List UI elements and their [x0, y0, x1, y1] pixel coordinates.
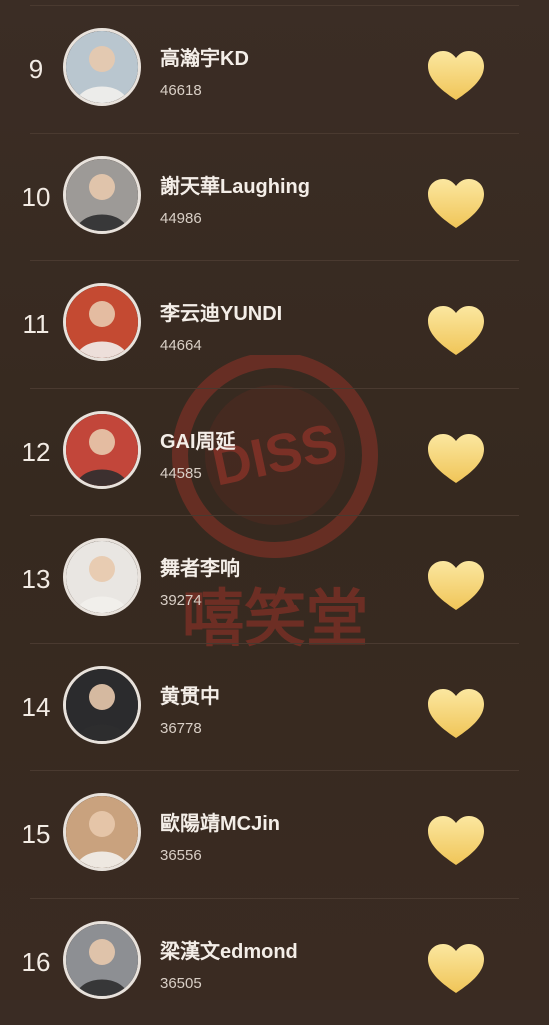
ranking-row[interactable]: 10 謝天華Laughing 44986 [0, 133, 549, 260]
rank-number: 9 [28, 54, 44, 84]
rank-number: 10 [21, 181, 51, 212]
vote-count: 36778 [160, 719, 202, 737]
ranking-row[interactable]: 12 GAI周延 44585 [0, 388, 549, 515]
rank-number: 12 [21, 436, 51, 467]
heart-vote-icon[interactable] [426, 433, 486, 485]
rank-number: 14 [21, 691, 51, 722]
contestant-name: 黄贯中 [160, 685, 220, 708]
vote-count: 44986 [160, 209, 202, 227]
vote-count: 44664 [160, 337, 202, 354]
heart-vote-icon[interactable] [426, 688, 486, 740]
contestant-name: 高瀚宇KD [160, 48, 249, 70]
avatar[interactable] [63, 28, 141, 106]
ranking-row[interactable]: 16 梁漢文edmond 36505 [0, 898, 549, 1025]
contestant-name: 梁漢文edmond [160, 940, 298, 963]
avatar[interactable] [63, 665, 141, 744]
contestant-name: 歐陽靖MCJin [160, 813, 280, 835]
contestant-name: 舞者李响 [160, 558, 240, 580]
avatar[interactable] [63, 155, 141, 234]
ranking-row[interactable]: 9 高瀚宇KD 46618 [0, 5, 549, 132]
ranking-row[interactable]: 13 舞者李响 39274 [0, 515, 549, 642]
heart-vote-icon[interactable] [426, 815, 486, 867]
heart-vote-icon[interactable] [426, 305, 486, 357]
contestant-name: 謝天華Laughing [160, 175, 310, 198]
rank-number: 11 [22, 309, 50, 339]
heart-vote-icon[interactable] [426, 560, 486, 612]
ranking-row[interactable]: 11 李云迪YUNDI 44664 [0, 260, 549, 387]
avatar[interactable] [63, 283, 141, 361]
rank-number: 15 [21, 819, 51, 849]
contestant-name: GAI周延 [160, 430, 236, 453]
heart-vote-icon[interactable] [426, 943, 486, 995]
avatar[interactable] [63, 920, 141, 999]
rank-number: 16 [21, 946, 51, 977]
vote-count: 39274 [160, 592, 202, 609]
vote-count: 46618 [160, 82, 202, 99]
heart-vote-icon[interactable] [426, 178, 486, 230]
avatar[interactable] [63, 793, 141, 871]
vote-count: 36505 [160, 974, 202, 992]
avatar[interactable] [63, 538, 141, 616]
contestant-name: 李云迪YUNDI [160, 303, 283, 325]
rank-number: 13 [21, 564, 51, 594]
ranking-row[interactable]: 14 黄贯中 36778 [0, 643, 549, 770]
avatar[interactable] [63, 410, 141, 489]
vote-count: 36556 [160, 847, 202, 864]
vote-count: 44585 [160, 464, 202, 482]
heart-vote-icon[interactable] [426, 50, 486, 102]
ranking-row[interactable]: 15 歐陽靖MCJin 36556 [0, 770, 549, 897]
